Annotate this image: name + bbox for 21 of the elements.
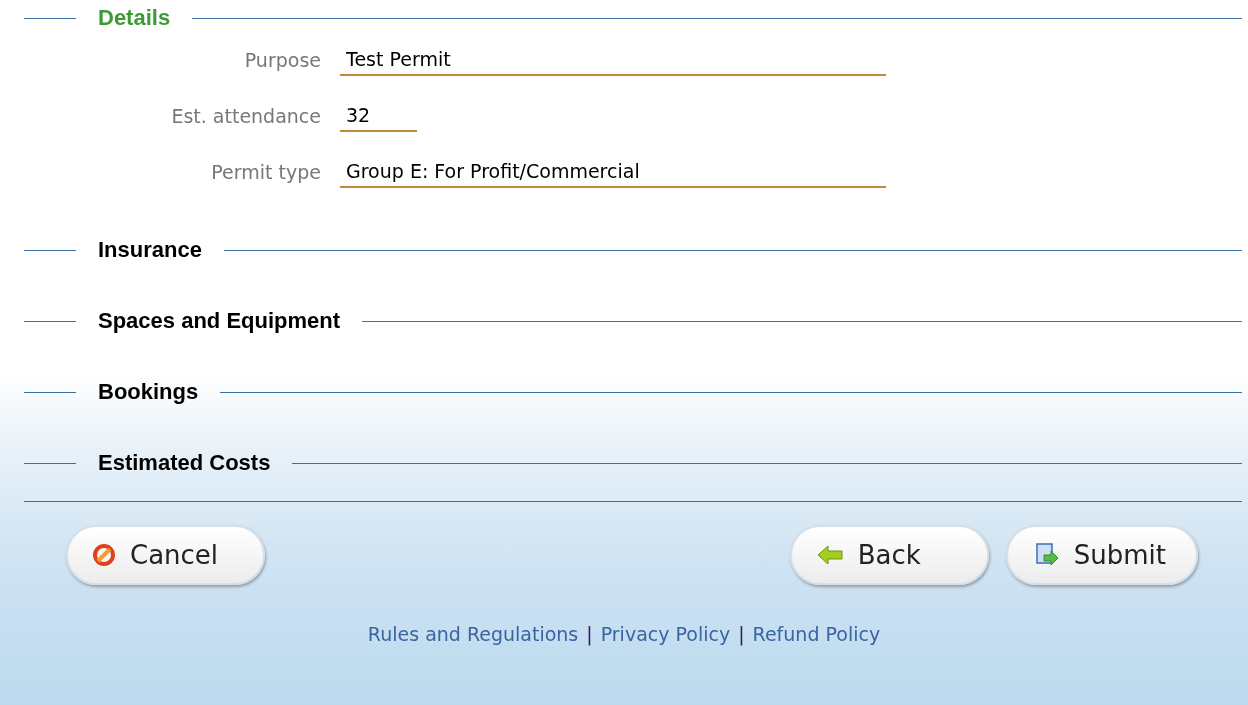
- cancel-button[interactable]: Cancel: [66, 525, 265, 585]
- field-label: Permit type: [210, 161, 322, 183]
- field-label: Purpose: [243, 49, 322, 71]
- footer-link[interactable]: Rules and Regulations: [367, 623, 579, 645]
- section-header[interactable]: Estimated Costs: [98, 450, 271, 476]
- footer-link[interactable]: Privacy Policy: [600, 623, 731, 645]
- submit-button[interactable]: Submit: [1005, 525, 1198, 585]
- separator: |: [738, 623, 745, 645]
- field-label: Est. attendance: [170, 105, 322, 127]
- text-field[interactable]: 32: [340, 100, 417, 132]
- no-entry-icon: [92, 543, 116, 567]
- back-button[interactable]: Back: [789, 525, 989, 585]
- text-field[interactable]: Test Permit: [340, 44, 886, 76]
- separator: |: [586, 623, 593, 645]
- left-arrow-icon: [815, 543, 844, 567]
- section-header[interactable]: Details: [98, 5, 171, 31]
- section-header[interactable]: Bookings: [98, 379, 199, 405]
- text-field[interactable]: Group E: For Profit/Commercial: [340, 156, 886, 188]
- footer-link[interactable]: Refund Policy: [752, 623, 881, 645]
- section-header[interactable]: Insurance: [98, 237, 202, 263]
- section-header[interactable]: Spaces and Equipment: [98, 308, 341, 334]
